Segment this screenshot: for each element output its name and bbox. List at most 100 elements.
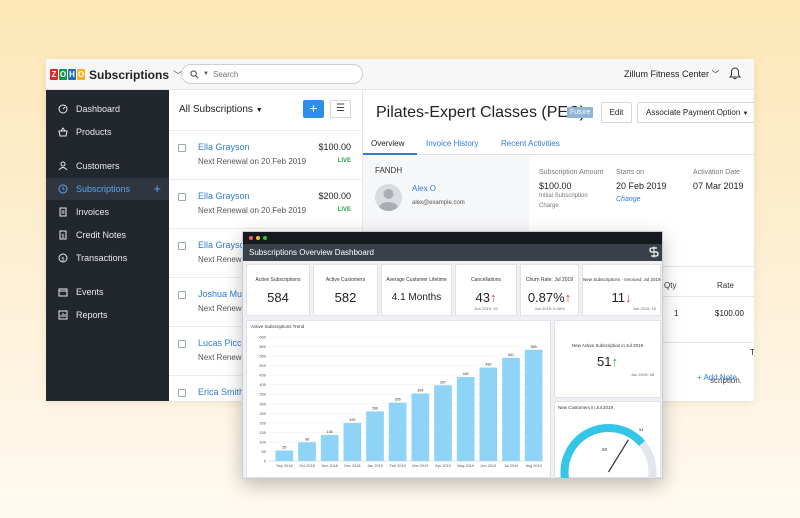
calendar-icon [58, 287, 68, 297]
customer-name[interactable]: Erica Smith [198, 387, 244, 397]
sidebar-item-label: Invoices [76, 207, 110, 217]
kpi-compare: Jun 2019: 15 [632, 306, 656, 311]
refresh-clock-icon [58, 184, 68, 194]
new-subscription-plus-icon[interactable]: + [153, 181, 161, 196]
starts-on-field: Starts on 20 Feb 2019 Change [616, 168, 686, 205]
rate-header: Rate [717, 281, 734, 290]
change-link[interactable]: Change [616, 195, 686, 205]
data-label: 55 [282, 446, 286, 450]
trend-up-icon: ↑ [489, 290, 497, 305]
divider [663, 296, 754, 297]
brand[interactable]: Z O H O Subscriptions ﹀ [50, 67, 183, 82]
sidebar-item-transactions[interactable]: $ Transactions [46, 247, 169, 269]
detail-tabs: Overview Invoice History Recent Activiti… [363, 133, 754, 155]
row-checkbox[interactable] [178, 144, 186, 152]
edit-button[interactable]: Edit [601, 102, 632, 123]
add-subscription-button[interactable]: + [303, 100, 324, 118]
bar [479, 367, 498, 461]
tab-invoice-history[interactable]: Invoice History [426, 139, 478, 148]
x-tick-label: Dec 2018 [344, 464, 360, 468]
amount-label: Subscription Amount [539, 169, 604, 176]
amount-subtext: Initial Subscription Charge [539, 193, 588, 209]
qty-value: 1 [674, 309, 679, 318]
tab-overview[interactable]: Overview [371, 139, 404, 148]
y-tick-label: 250 [259, 411, 266, 416]
sidebar-item-products[interactable]: Products [46, 121, 169, 143]
renewal-date: Next Renewal on 20 Feb 2019 [198, 206, 307, 215]
associate-payment-option-button[interactable]: Associate Payment Option ▼ [637, 102, 754, 123]
row-checkbox[interactable] [178, 291, 186, 299]
search-box[interactable]: ▼ [181, 64, 363, 84]
kpi-average-customer-lifetime: Average Customer Lifetime 4.1 Months [381, 264, 452, 316]
window-close-dot[interactable] [249, 236, 253, 240]
row-checkbox[interactable] [178, 389, 186, 397]
window-minimize-dot[interactable] [256, 236, 260, 240]
sidebar-item-events[interactable]: Events [46, 281, 169, 303]
list-item[interactable]: Ella Grayson $100.00 Next Renewal on 20 … [169, 130, 363, 179]
sidebar-item-subscriptions[interactable]: Subscriptions + [46, 178, 169, 200]
sidebar-item-label: Products [76, 127, 112, 137]
customer-name[interactable]: Ella Grayson [198, 142, 250, 152]
sidebar-item-dashboard[interactable]: Dashboard [46, 98, 169, 120]
search-filter-caret-icon[interactable]: ▼ [203, 71, 209, 77]
x-tick-label: Jun 2019 [481, 464, 497, 468]
data-label: 440 [463, 372, 469, 376]
row-checkbox[interactable] [178, 193, 186, 201]
sidebar-item-reports[interactable]: Reports [46, 304, 169, 326]
zoho-logo: Z O H O [50, 69, 85, 80]
customer-name[interactable]: Lucas Picco [198, 338, 247, 348]
bar [502, 357, 520, 461]
list-view-selector[interactable]: All Subscriptions ▼ [179, 104, 263, 115]
data-label: 583 [531, 345, 537, 349]
customer-name-link[interactable]: Alex O [412, 184, 436, 193]
x-tick-label: Oct 2018 [299, 464, 314, 468]
associate-payment-label: Associate Payment Option [646, 108, 741, 117]
customer-name[interactable]: Joshua Mu [198, 289, 242, 299]
sidebar-item-label: Customers [76, 161, 120, 171]
logo-letter-z: Z [50, 69, 58, 80]
y-tick-label: 600 [259, 344, 266, 349]
starts-value: 20 Feb 2019 [616, 181, 667, 191]
sidebar-item-invoices[interactable]: Invoices [46, 201, 169, 223]
y-tick-label: 0 [264, 459, 267, 464]
tab-recent-activities[interactable]: Recent Activities [501, 139, 560, 148]
list-item[interactable]: Ella Grayson $200.00 Next Renewal on 20 … [169, 179, 363, 228]
customer-label: FANDH [375, 166, 403, 175]
kpi-value: 582 [334, 290, 357, 305]
customer-name[interactable]: Ella Grayson [198, 191, 250, 201]
bar [298, 442, 316, 461]
x-tick-label: Sep 2018 [276, 464, 292, 468]
amount-value: $100.00 [539, 181, 572, 191]
divider [663, 342, 754, 343]
window-maximize-dot[interactable] [263, 236, 267, 240]
credit-note-icon: $ [58, 230, 68, 240]
bar [411, 393, 430, 461]
x-tick-label: Jul 2019 [504, 464, 518, 468]
svg-text:$: $ [61, 256, 65, 262]
search-input[interactable] [212, 69, 343, 79]
org-switcher[interactable]: Zillum Fitness Center ﹀ [624, 69, 720, 80]
data-label: 260 [372, 406, 378, 410]
dollar-circle-icon: $ [58, 253, 68, 263]
kpi-value: 11 [611, 290, 626, 305]
sidebar-item-credit-notes[interactable]: $ Credit Notes [46, 224, 169, 246]
avatar [375, 184, 402, 211]
activation-label: Activation Date [693, 169, 741, 176]
status-badge: LIVE [337, 207, 351, 213]
total-label: T [750, 348, 754, 357]
row-checkbox[interactable] [178, 242, 186, 250]
bell-icon[interactable] [729, 67, 741, 80]
sidebar-item-customers[interactable]: Customers [46, 155, 169, 177]
add-note-link[interactable]: + Add Note [697, 373, 737, 382]
row-checkbox[interactable] [178, 340, 186, 348]
kpi-compare: Jun 2019: 58 [630, 372, 654, 377]
basket-icon [58, 127, 68, 137]
kpi-value-row: 43↑ [456, 290, 516, 305]
y-tick-label: 350 [259, 392, 266, 397]
x-tick-label: Feb 2019 [390, 464, 406, 468]
kpi-compare: Jun 2019: 19 [474, 306, 498, 311]
renewal-date: Next Renewal on 20 Feb 2019 [198, 157, 307, 166]
rate-value: $100.00 [715, 309, 744, 318]
document-icon [58, 207, 68, 217]
list-menu-button[interactable]: ☰ [330, 100, 351, 118]
